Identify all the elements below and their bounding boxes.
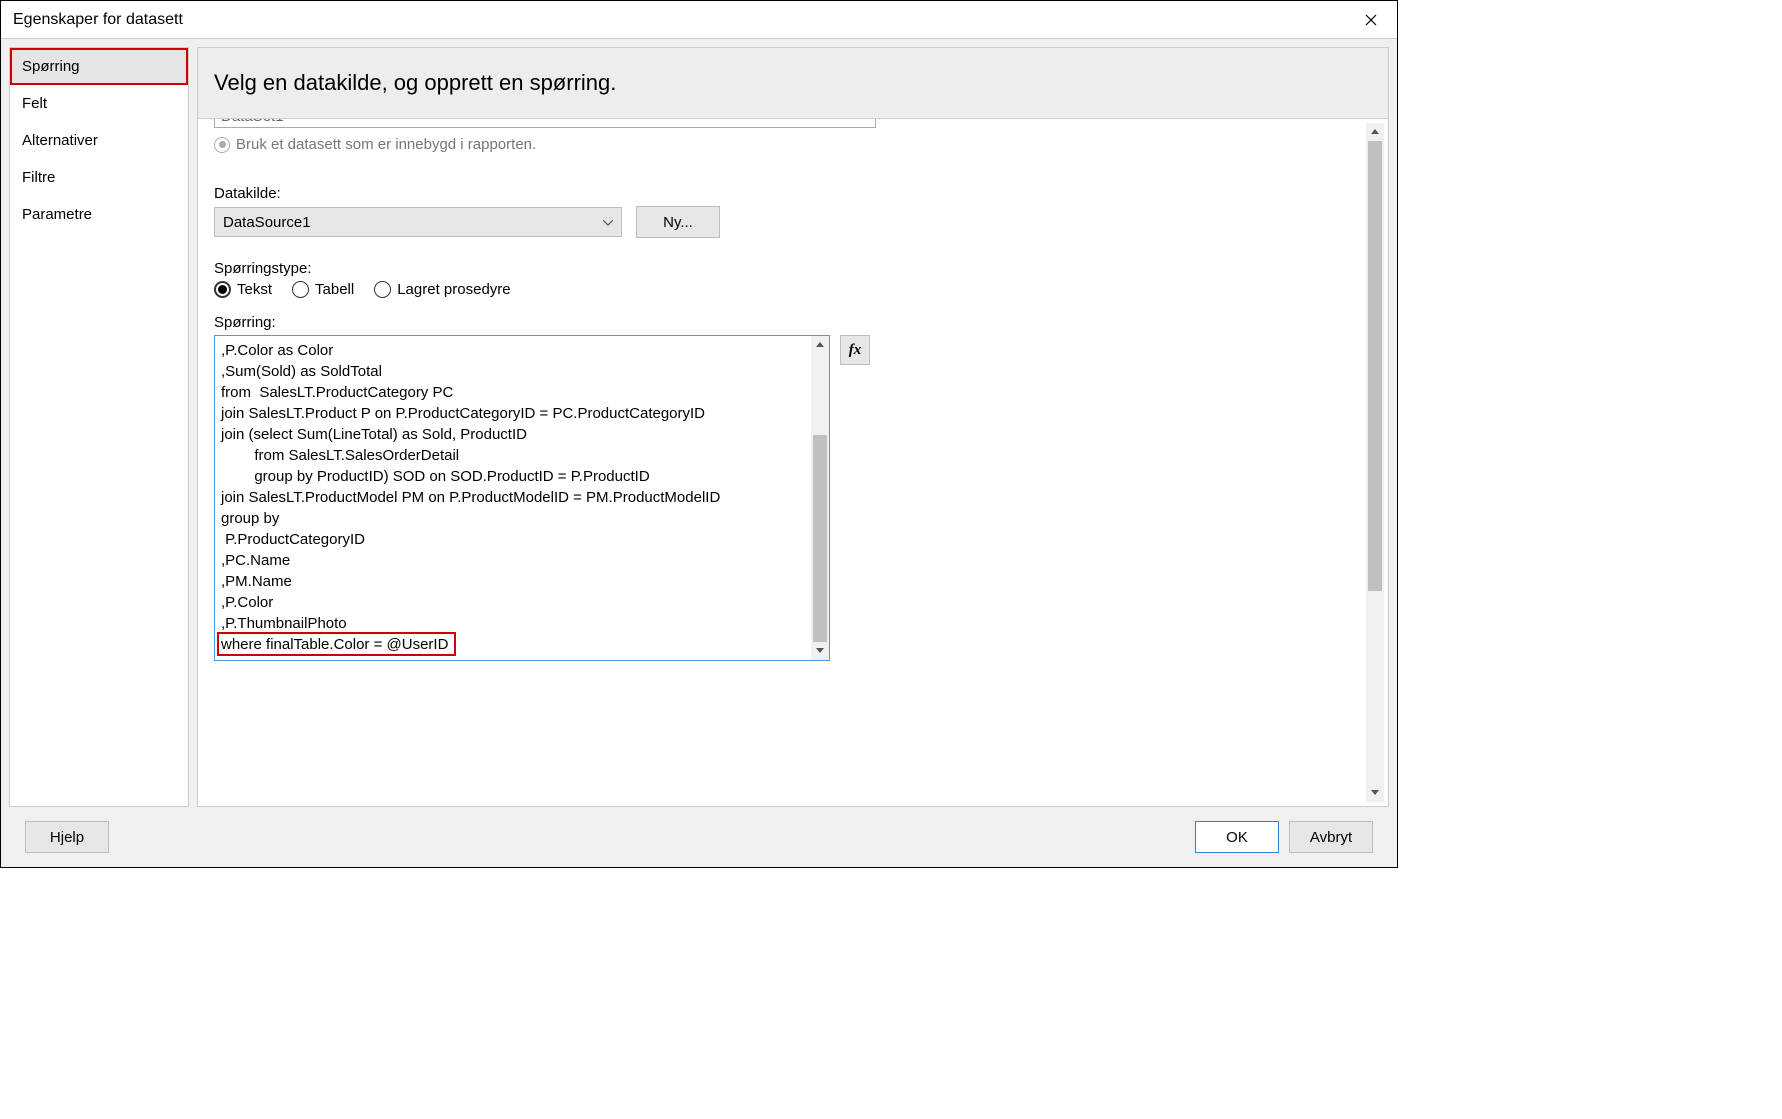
- query-scrollbar[interactable]: [811, 336, 829, 660]
- sidebar-item-label: Alternativer: [22, 132, 98, 149]
- window-title: Egenskaper for datasett: [13, 11, 183, 29]
- embedded-dataset-radio-row[interactable]: Bruk et datasett som er innebygd i rappo…: [214, 136, 1362, 153]
- close-icon: [1365, 14, 1377, 26]
- qtype-option-label: Tabell: [315, 281, 354, 298]
- titlebar: Egenskaper for datasett: [1, 1, 1397, 39]
- form-area: DataSet1 Bruk et datasett som er innebyg…: [214, 119, 1362, 661]
- fx-icon: fx: [849, 342, 862, 359]
- dataset-name-input-cutoff[interactable]: DataSet1: [214, 119, 876, 128]
- sidebar-item-sporring[interactable]: Spørring: [10, 48, 188, 85]
- qtype-option-tekst[interactable]: Tekst: [214, 281, 272, 298]
- content-panel: Velg en datakilde, og opprett en spørrin…: [197, 47, 1389, 807]
- radio-icon: [292, 281, 309, 298]
- new-datasource-button[interactable]: Ny...: [636, 206, 720, 238]
- scroll-down-icon[interactable]: [1366, 784, 1384, 802]
- scroll-up-icon[interactable]: [1366, 123, 1384, 141]
- close-button[interactable]: [1357, 6, 1385, 34]
- qtype-option-lagret-prosedyre[interactable]: Lagret prosedyre: [374, 281, 510, 298]
- dialog-footer: Hjelp OK Avbryt: [1, 807, 1397, 867]
- scroll-track[interactable]: [1366, 141, 1384, 784]
- radio-icon: [214, 137, 230, 153]
- datakilde-label: Datakilde:: [214, 185, 1362, 202]
- sidebar-item-parametre[interactable]: Parametre: [10, 196, 188, 233]
- query-type-row: Tekst Tabell Lagret prosedyre: [214, 281, 1362, 298]
- dialog-window: Egenskaper for datasett Spørring Felt Al…: [0, 0, 1398, 868]
- sidebar: Spørring Felt Alternativer Filtre Parame…: [9, 47, 189, 807]
- qtype-label: Spørringstype:: [214, 260, 1362, 277]
- page-title: Velg en datakilde, og opprett en spørrin…: [214, 70, 1372, 96]
- qtype-option-label: Tekst: [237, 281, 272, 298]
- scroll-track[interactable]: [811, 354, 829, 642]
- datasource-row: DataSource1 Ny...: [214, 206, 1362, 238]
- scroll-up-icon[interactable]: [811, 336, 829, 354]
- sidebar-item-label: Felt: [22, 95, 47, 112]
- scroll-down-icon[interactable]: [811, 642, 829, 660]
- cancel-button[interactable]: Avbryt: [1289, 821, 1373, 853]
- sidebar-item-label: Spørring: [22, 58, 80, 75]
- sidebar-item-label: Filtre: [22, 169, 55, 186]
- embedded-dataset-radio-label: Bruk et datasett som er innebygd i rappo…: [236, 136, 536, 153]
- query-textarea-wrap: ,P.Color as Color ,Sum(Sold) as SoldTota…: [214, 335, 830, 661]
- sidebar-item-filtre[interactable]: Filtre: [10, 159, 188, 196]
- datasource-selected-value: DataSource1: [223, 214, 311, 231]
- query-row: ,P.Color as Color ,Sum(Sold) as SoldTota…: [214, 335, 1362, 661]
- qtype-option-label: Lagret prosedyre: [397, 281, 510, 298]
- query-label: Spørring:: [214, 314, 1362, 331]
- sidebar-item-label: Parametre: [22, 206, 92, 223]
- qtype-option-tabell[interactable]: Tabell: [292, 281, 354, 298]
- sidebar-item-felt[interactable]: Felt: [10, 85, 188, 122]
- content-body: DataSet1 Bruk et datasett som er innebyg…: [198, 119, 1388, 806]
- content-header: Velg en datakilde, og opprett en spørrin…: [198, 48, 1388, 119]
- expression-button[interactable]: fx: [840, 335, 870, 365]
- chevron-down-icon: [603, 215, 613, 229]
- scroll-thumb[interactable]: [1368, 141, 1382, 591]
- scroll-thumb[interactable]: [813, 435, 827, 642]
- sidebar-item-alternativer[interactable]: Alternativer: [10, 122, 188, 159]
- radio-icon: [214, 281, 231, 298]
- ok-button[interactable]: OK: [1195, 821, 1279, 853]
- panel-scrollbar[interactable]: [1366, 123, 1384, 802]
- main-area: Spørring Felt Alternativer Filtre Parame…: [1, 39, 1397, 807]
- query-textarea[interactable]: ,P.Color as Color ,Sum(Sold) as SoldTota…: [214, 335, 830, 661]
- radio-icon: [374, 281, 391, 298]
- help-button[interactable]: Hjelp: [25, 821, 109, 853]
- datasource-select[interactable]: DataSource1: [214, 207, 622, 237]
